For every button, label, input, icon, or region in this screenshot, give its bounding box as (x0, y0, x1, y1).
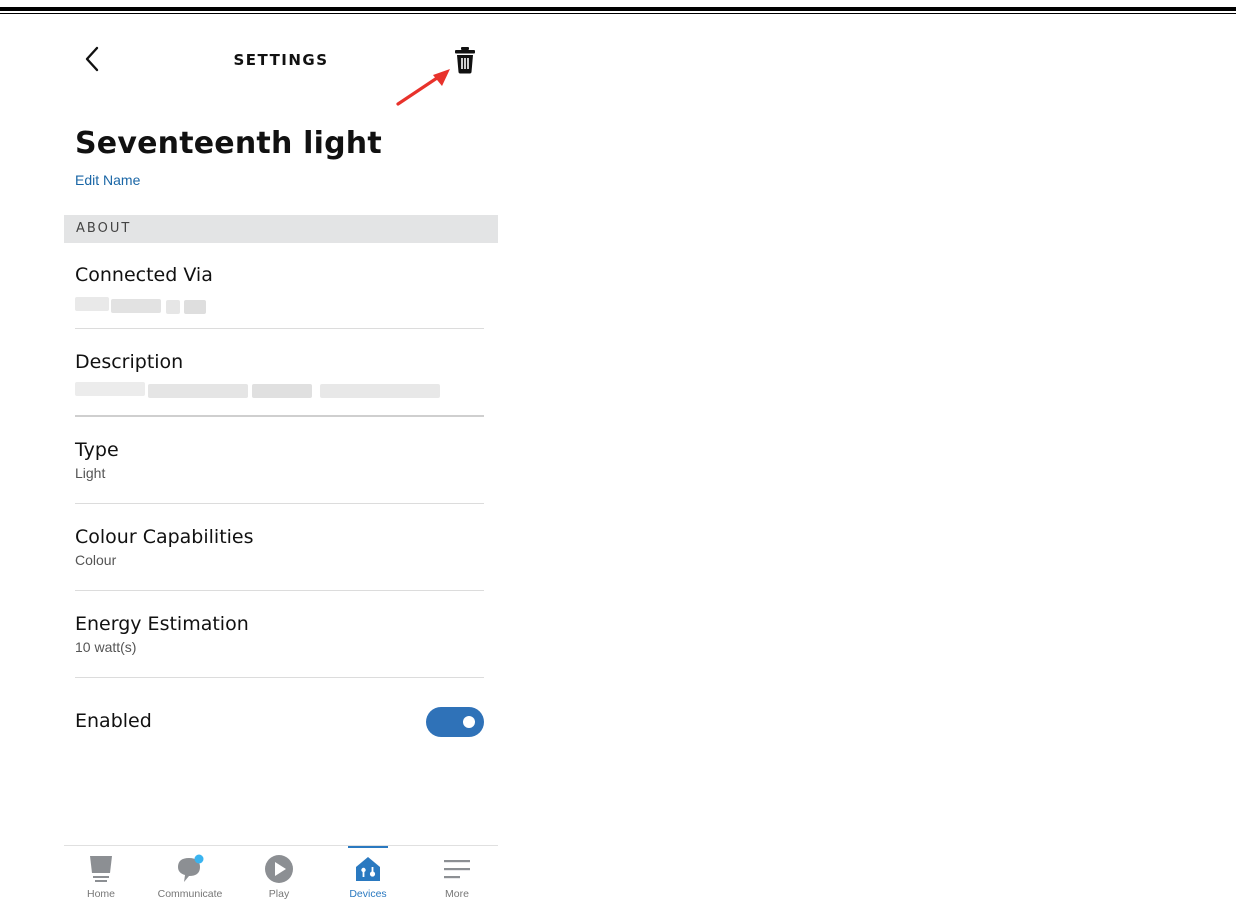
tab-label: Devices (349, 888, 387, 900)
row-colour-capabilities[interactable]: Colour Capabilities Colour (75, 526, 484, 568)
row-value: 10 watt(s) (75, 639, 137, 655)
row-label: Colour Capabilities (75, 526, 254, 548)
redacted-value (75, 297, 109, 311)
row-description[interactable]: Description (75, 351, 484, 373)
row-value: Light (75, 465, 106, 481)
more-icon (444, 860, 470, 879)
play-icon (265, 855, 293, 883)
annotation-arrow-icon (396, 69, 450, 106)
row-enabled: Enabled (75, 710, 484, 732)
tab-communicate[interactable]: Communicate (150, 852, 230, 900)
redacted-value (184, 300, 206, 314)
row-label: Connected Via (75, 264, 213, 286)
row-label: Enabled (75, 710, 152, 732)
divider (75, 415, 484, 417)
tab-label: More (445, 888, 469, 900)
bottom-tab-bar: Home Communicate Play Devices More (64, 845, 498, 906)
communicate-icon (178, 854, 204, 882)
divider (75, 677, 484, 678)
tab-more[interactable]: More (417, 852, 497, 900)
row-connected-via[interactable]: Connected Via (75, 264, 484, 286)
enabled-toggle[interactable] (426, 707, 484, 737)
devices-icon (356, 857, 380, 881)
row-value: Colour (75, 552, 117, 568)
divider (75, 503, 484, 504)
row-type[interactable]: Type Light (75, 439, 484, 481)
section-header-about: ABOUT (64, 215, 498, 243)
divider (75, 328, 484, 329)
redacted-value (252, 384, 312, 398)
redacted-value (166, 300, 180, 314)
row-label: Energy Estimation (75, 613, 249, 635)
edit-name-link[interactable]: Edit Name (75, 172, 140, 188)
active-tab-indicator (348, 846, 388, 848)
redacted-value (320, 384, 440, 398)
toggle-knob (463, 716, 475, 728)
trash-icon[interactable] (452, 45, 478, 75)
tab-home[interactable]: Home (61, 852, 141, 900)
divider (75, 590, 484, 591)
tab-label: Communicate (157, 888, 223, 900)
home-icon (90, 856, 112, 882)
tab-label: Play (268, 888, 290, 900)
row-label: Type (75, 439, 119, 461)
tab-devices[interactable]: Devices (328, 852, 408, 900)
tab-play[interactable]: Play (239, 852, 319, 900)
device-name: Seventeenth light (75, 126, 382, 161)
row-label: Description (75, 351, 184, 373)
section-title: ABOUT (76, 221, 132, 236)
redacted-value (148, 384, 248, 398)
tab-label: Home (86, 888, 115, 900)
phone-screen: SETTINGS Seventeenth light Edit Name ABO… (64, 14, 498, 905)
row-energy-estimation[interactable]: Energy Estimation 10 watt(s) (75, 613, 484, 655)
redacted-value (111, 299, 161, 313)
top-border-rule (0, 7, 1236, 11)
redacted-value (75, 382, 145, 396)
